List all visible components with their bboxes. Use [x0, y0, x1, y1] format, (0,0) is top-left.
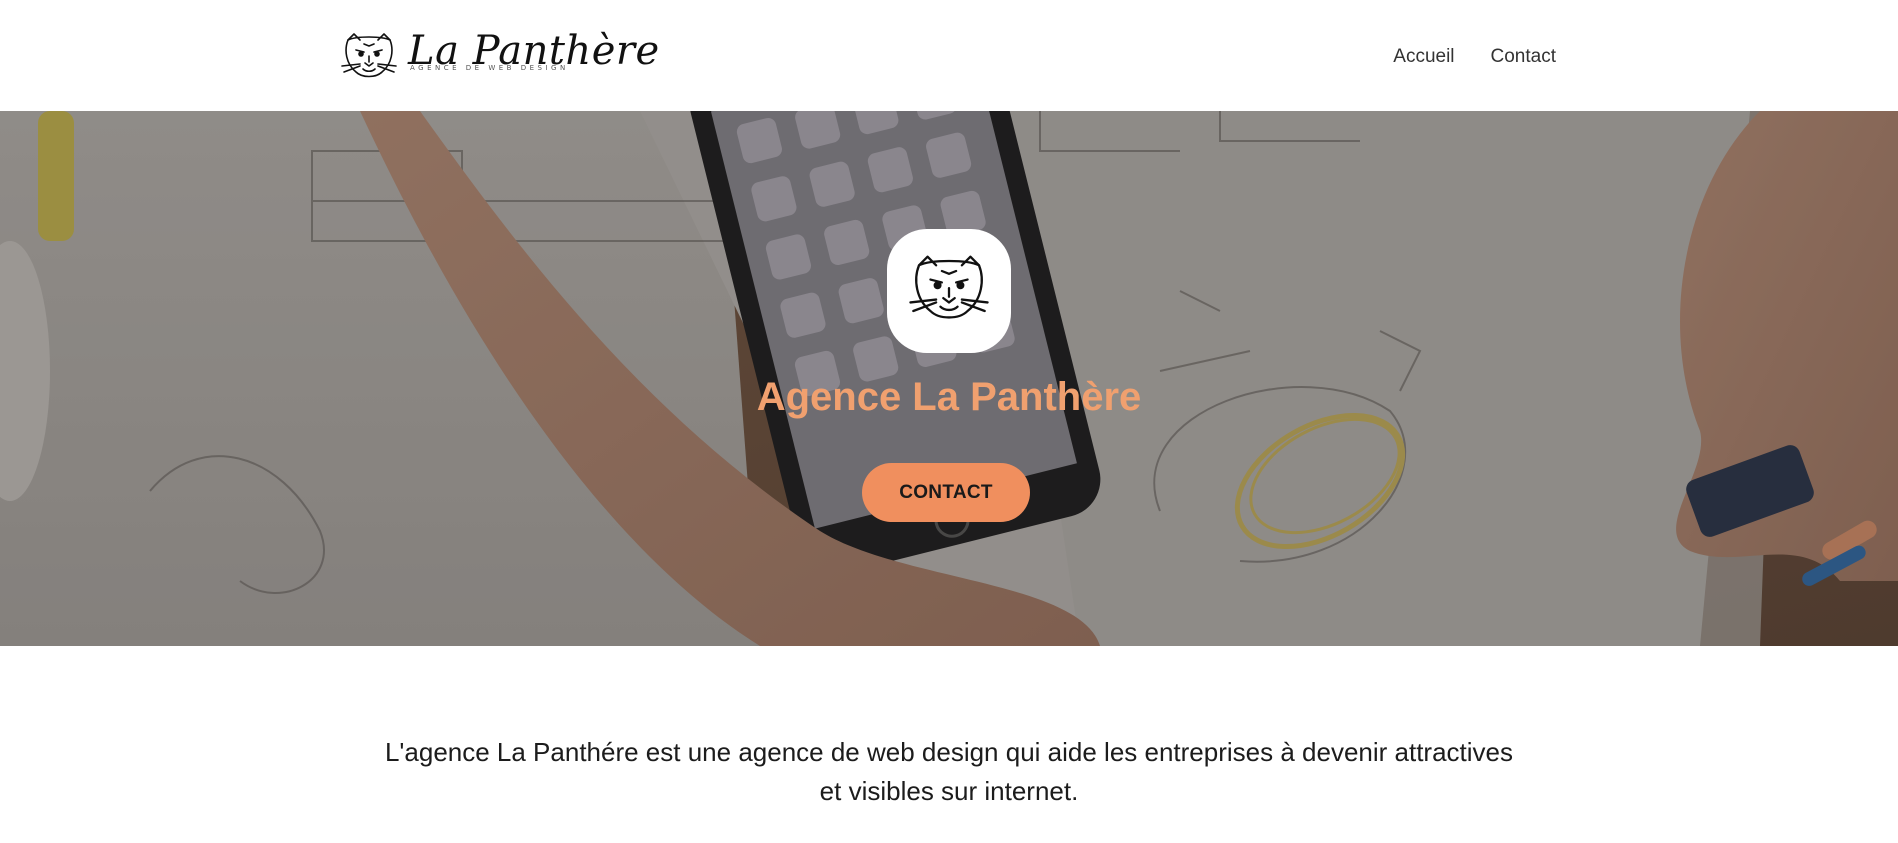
intro-text-line-1: L'agence La Panthére est une agence de w… [384, 737, 1514, 767]
main-nav: Accueil Contact [1393, 46, 1556, 68]
nav-link-contact[interactable]: Contact [1491, 46, 1556, 68]
intro-section: L'agence La Panthére est une agence de w… [320, 733, 1578, 811]
site-logo-link[interactable]: La Panthère AGENCE DE WEB DESIGN [338, 26, 659, 86]
panther-head-icon [909, 255, 989, 319]
hero-title: Agence La Panthère [756, 375, 1142, 419]
site-header: La Panthère AGENCE DE WEB DESIGN Accueil… [0, 0, 1898, 111]
hero-logo-badge [887, 229, 1011, 353]
contact-button[interactable]: CONTACT [862, 463, 1030, 522]
hero-banner: Agence La Panthère CONTACT [0, 111, 1898, 646]
nav-link-accueil[interactable]: Accueil [1393, 46, 1454, 68]
intro-text-line-2: et visibles sur internet. [819, 776, 1079, 806]
panther-head-icon [341, 33, 397, 78]
logo-tagline: AGENCE DE WEB DESIGN [410, 64, 569, 72]
